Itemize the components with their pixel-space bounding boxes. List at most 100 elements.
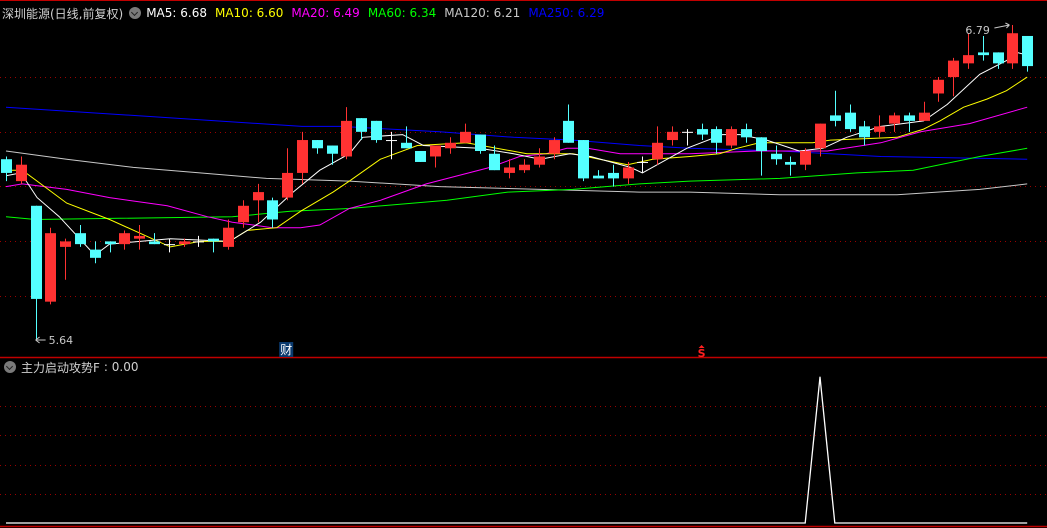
- candle-body: [578, 140, 589, 179]
- candle-body: [475, 134, 486, 152]
- candle: [756, 137, 767, 176]
- candle-body: [445, 142, 456, 149]
- candle: [1007, 25, 1018, 69]
- candle-body: [415, 151, 426, 162]
- candle-body: [119, 233, 130, 245]
- ma-value: 6.21: [489, 6, 521, 20]
- candle: [667, 126, 678, 146]
- chevron-down-icon[interactable]: [4, 361, 16, 373]
- candle: [445, 137, 456, 154]
- candle: [652, 126, 663, 165]
- chevron-down-icon[interactable]: [129, 7, 142, 19]
- ma-legend-ma5: MA5: 6.68: [146, 6, 207, 20]
- candle: [253, 183, 264, 223]
- candle-body: [267, 200, 278, 220]
- ma-label: MA5:: [146, 6, 177, 20]
- candle: [297, 131, 308, 184]
- ma-line-ma20: [5, 106, 1028, 229]
- candle-body: [978, 52, 989, 56]
- indicator-line: [6, 376, 1028, 524]
- candle: [75, 224, 86, 247]
- candle: [1, 156, 12, 182]
- candle-body: [327, 145, 338, 154]
- candle-body: [45, 233, 56, 302]
- ma-legend-list: MA5: 6.68 MA10: 6.60 MA20: 6.49 MA60: 6.34 M…: [146, 6, 612, 20]
- candle-body: [179, 241, 190, 245]
- ma-value: 6.34: [405, 6, 437, 20]
- candle: [919, 101, 930, 121]
- candle: [415, 151, 426, 162]
- candle-body: [312, 140, 323, 149]
- candle: [45, 227, 56, 305]
- candle: [267, 197, 278, 228]
- candle: [785, 156, 796, 176]
- candle: [489, 145, 500, 171]
- candle-body: [623, 167, 634, 179]
- candle-body: [637, 161, 648, 163]
- candle-body: [549, 140, 560, 154]
- candle-body: [741, 129, 752, 138]
- candle: [889, 112, 900, 132]
- candle-body: [208, 238, 219, 242]
- ma-lines: [5, 51, 1028, 256]
- main-legend: 深圳能源(日线,前复权) MA5: 6.68 MA10: 6.60 MA20: 6.…: [2, 4, 612, 22]
- candle-body: [948, 60, 959, 78]
- candle-body: [223, 227, 234, 247]
- chart-title: 深圳能源(日线,前复权): [2, 6, 124, 21]
- candle-body: [297, 140, 308, 173]
- candle-body: [282, 172, 293, 198]
- candle-body: [1022, 35, 1033, 67]
- candle-body: [149, 241, 160, 245]
- ma-label: MA120:: [444, 6, 490, 20]
- ma-legend-ma20: MA20: 6.49: [291, 6, 359, 20]
- candle-body: [356, 118, 367, 132]
- candle-body: [697, 129, 708, 135]
- candle: [430, 145, 441, 168]
- candle-body: [993, 52, 1004, 64]
- ma-value: 6.68: [176, 6, 207, 20]
- candle: [726, 126, 737, 149]
- indicator-value: : 0.00: [103, 360, 139, 374]
- candle: [623, 161, 634, 184]
- candle-body: [830, 115, 841, 121]
- candle-body: [534, 156, 545, 165]
- high-arrow-icon: [994, 22, 1010, 29]
- candle-body: [874, 126, 885, 132]
- candle-body: [430, 145, 441, 157]
- candle-body: [859, 126, 870, 138]
- candle-body: [711, 129, 722, 143]
- candle: [519, 159, 530, 173]
- ma-line-ma5: [5, 51, 1028, 256]
- candle-body: [60, 241, 71, 247]
- candle: [800, 148, 811, 171]
- indicator-peak: [819, 376, 821, 378]
- ma-line-ma10: [6, 76, 1028, 248]
- candle-body: [1007, 33, 1018, 64]
- candle: [874, 115, 885, 138]
- candle-body: [904, 115, 915, 121]
- candle-body: [1, 159, 12, 173]
- candle-body: [164, 244, 175, 246]
- candle-body: [134, 235, 145, 239]
- ma-legend-ma250: MA250: 6.29: [528, 6, 604, 20]
- low-price-label: 5.64: [49, 334, 74, 347]
- candle: [682, 129, 693, 146]
- stock-chart[interactable]: 5.64 6.79 财 S: [0, 0, 1047, 528]
- candle-body: [253, 192, 264, 201]
- candle: [134, 224, 145, 250]
- candle: [593, 170, 604, 179]
- candle: [371, 120, 382, 143]
- candle: [534, 148, 545, 168]
- ma-label: MA60:: [367, 6, 406, 20]
- candle-body: [193, 241, 204, 243]
- candle: [815, 123, 826, 157]
- candle: [193, 235, 204, 247]
- candle-body: [785, 161, 796, 165]
- ma-label: MA10:: [214, 6, 253, 20]
- candle-body: [667, 131, 678, 141]
- candle-body: [889, 115, 900, 124]
- low-arrow-icon: [35, 336, 46, 344]
- candle: [164, 238, 175, 253]
- candle: [282, 148, 293, 201]
- indicator-name: 主力启动攻势F: [21, 360, 100, 375]
